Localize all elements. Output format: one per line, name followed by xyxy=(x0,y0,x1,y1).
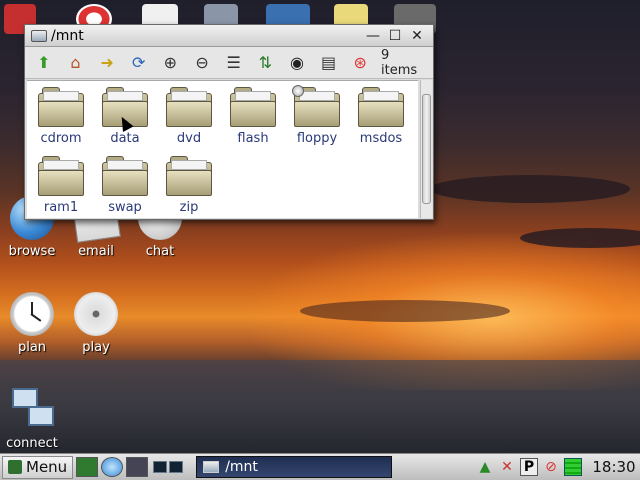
system-tray: ▲ ✕ P ⊘ 18:30 xyxy=(472,458,640,476)
screen-launcher-icon[interactable] xyxy=(126,457,149,477)
refresh-icon[interactable]: ⟳ xyxy=(124,50,154,76)
folder-icon xyxy=(102,156,148,196)
folder-icon xyxy=(230,87,276,127)
file-label: flash xyxy=(237,131,269,146)
lifebuoy-icon[interactable]: ⊛ xyxy=(345,50,375,76)
file-item-swap[interactable]: swap xyxy=(93,154,157,223)
file-item-dvd[interactable]: dvd xyxy=(157,85,221,154)
folder-icon xyxy=(358,87,404,127)
file-label: dvd xyxy=(176,131,202,146)
terminal-launcher-icon[interactable] xyxy=(76,457,99,477)
menu-label: Menu xyxy=(26,458,68,476)
eye-icon[interactable]: ◉ xyxy=(282,50,312,76)
file-label: zip xyxy=(179,200,199,215)
taskbar: Menu /mnt ▲ ✕ P ⊘ 18:30 xyxy=(0,453,640,480)
cloud-shape xyxy=(430,175,630,203)
battery-icon[interactable] xyxy=(564,458,582,476)
desktop-icon-label: connect xyxy=(6,436,58,451)
menu-button[interactable]: Menu xyxy=(2,455,74,479)
home-icon[interactable]: ⌂ xyxy=(61,50,91,76)
menu-icon xyxy=(8,460,22,474)
zoom-in-icon[interactable]: ⊕ xyxy=(156,50,186,76)
desktop-1[interactable] xyxy=(153,461,168,473)
window-title: /mnt xyxy=(51,27,84,44)
file-item-ram1[interactable]: ram1 xyxy=(29,154,93,223)
film-reel-icon xyxy=(74,292,118,336)
warning-icon[interactable]: ▲ xyxy=(476,458,494,476)
desktop-icon-connect[interactable]: connect xyxy=(0,388,64,451)
vertical-scrollbar[interactable] xyxy=(420,80,432,218)
folder-icon xyxy=(166,156,212,196)
file-item-floppy[interactable]: floppy xyxy=(285,85,349,154)
desktop-icon-label: browse xyxy=(8,244,56,259)
network-off-icon[interactable]: ⊘ xyxy=(542,458,560,476)
go-icon[interactable]: ➜ xyxy=(92,50,122,76)
folder-window-icon xyxy=(31,29,47,42)
list-view-icon[interactable]: ☰ xyxy=(219,50,249,76)
mount-badge-icon xyxy=(292,85,304,97)
desktop-icon-label: email xyxy=(78,244,114,259)
folder-window-icon xyxy=(203,461,220,473)
maximize-button[interactable]: ☐ xyxy=(385,27,405,45)
file-label: msdos xyxy=(359,131,403,146)
window-titlebar[interactable]: /mnt — ☐ ✕ xyxy=(25,25,433,47)
taskbar-task-mnt[interactable]: /mnt xyxy=(196,456,393,478)
volume-muted-icon[interactable]: ✕ xyxy=(498,458,516,476)
network-icon xyxy=(10,388,54,432)
file-manager-window: /mnt — ☐ ✕ ⬆ ⌂ ➜ ⟳ ⊕ ⊖ ☰ ⇅ ◉ ▤ ⊛ 9 items… xyxy=(24,24,434,220)
browser-launcher-icon[interactable] xyxy=(101,457,124,477)
folder-icon xyxy=(38,87,84,127)
file-label: data xyxy=(110,131,140,146)
items-count: 9 items xyxy=(381,47,418,78)
cloud-shape xyxy=(300,300,510,322)
window-toolbar: ⬆ ⌂ ➜ ⟳ ⊕ ⊖ ☰ ⇅ ◉ ▤ ⊛ 9 items xyxy=(25,47,433,79)
desktop-icon-label: chat xyxy=(145,244,175,259)
scrollbar-thumb[interactable] xyxy=(422,94,431,204)
zoom-out-icon[interactable]: ⊖ xyxy=(187,50,217,76)
close-button[interactable]: ✕ xyxy=(407,27,427,45)
folder-icon xyxy=(292,85,340,127)
task-label: /mnt xyxy=(225,459,258,475)
details-view-icon[interactable]: ▤ xyxy=(314,50,344,76)
file-item-zip[interactable]: zip xyxy=(157,154,221,223)
file-item-flash[interactable]: flash xyxy=(221,85,285,154)
up-arrow-icon[interactable]: ⬆ xyxy=(29,50,59,76)
desktop-2[interactable] xyxy=(169,461,184,473)
clock-icon xyxy=(10,292,54,336)
file-item-cdrom[interactable]: cdrom xyxy=(29,85,93,154)
desktop-icon-plan[interactable]: plan xyxy=(0,292,64,355)
folder-icon xyxy=(38,156,84,196)
desktop-icon-label: play xyxy=(82,340,110,355)
file-item-msdos[interactable]: msdos xyxy=(349,85,413,154)
file-label: ram1 xyxy=(43,200,79,215)
file-label: floppy xyxy=(296,131,338,146)
desktop-icon-label: plan xyxy=(17,340,47,355)
taskbar-clock[interactable]: 18:30 xyxy=(588,458,640,476)
desktop-icon-play[interactable]: play xyxy=(64,292,128,355)
file-list: cdrom data dvd flash floppy msdos ram1 s… xyxy=(27,80,418,218)
minimize-button[interactable]: — xyxy=(363,27,383,45)
file-label: swap xyxy=(108,200,142,215)
sea-horizon xyxy=(0,360,640,455)
folder-icon xyxy=(166,87,212,127)
desktop-switcher[interactable] xyxy=(152,461,184,473)
sort-az-icon[interactable]: ⇅ xyxy=(250,50,280,76)
power-icon[interactable]: P xyxy=(520,458,538,476)
file-label: cdrom xyxy=(40,131,82,146)
